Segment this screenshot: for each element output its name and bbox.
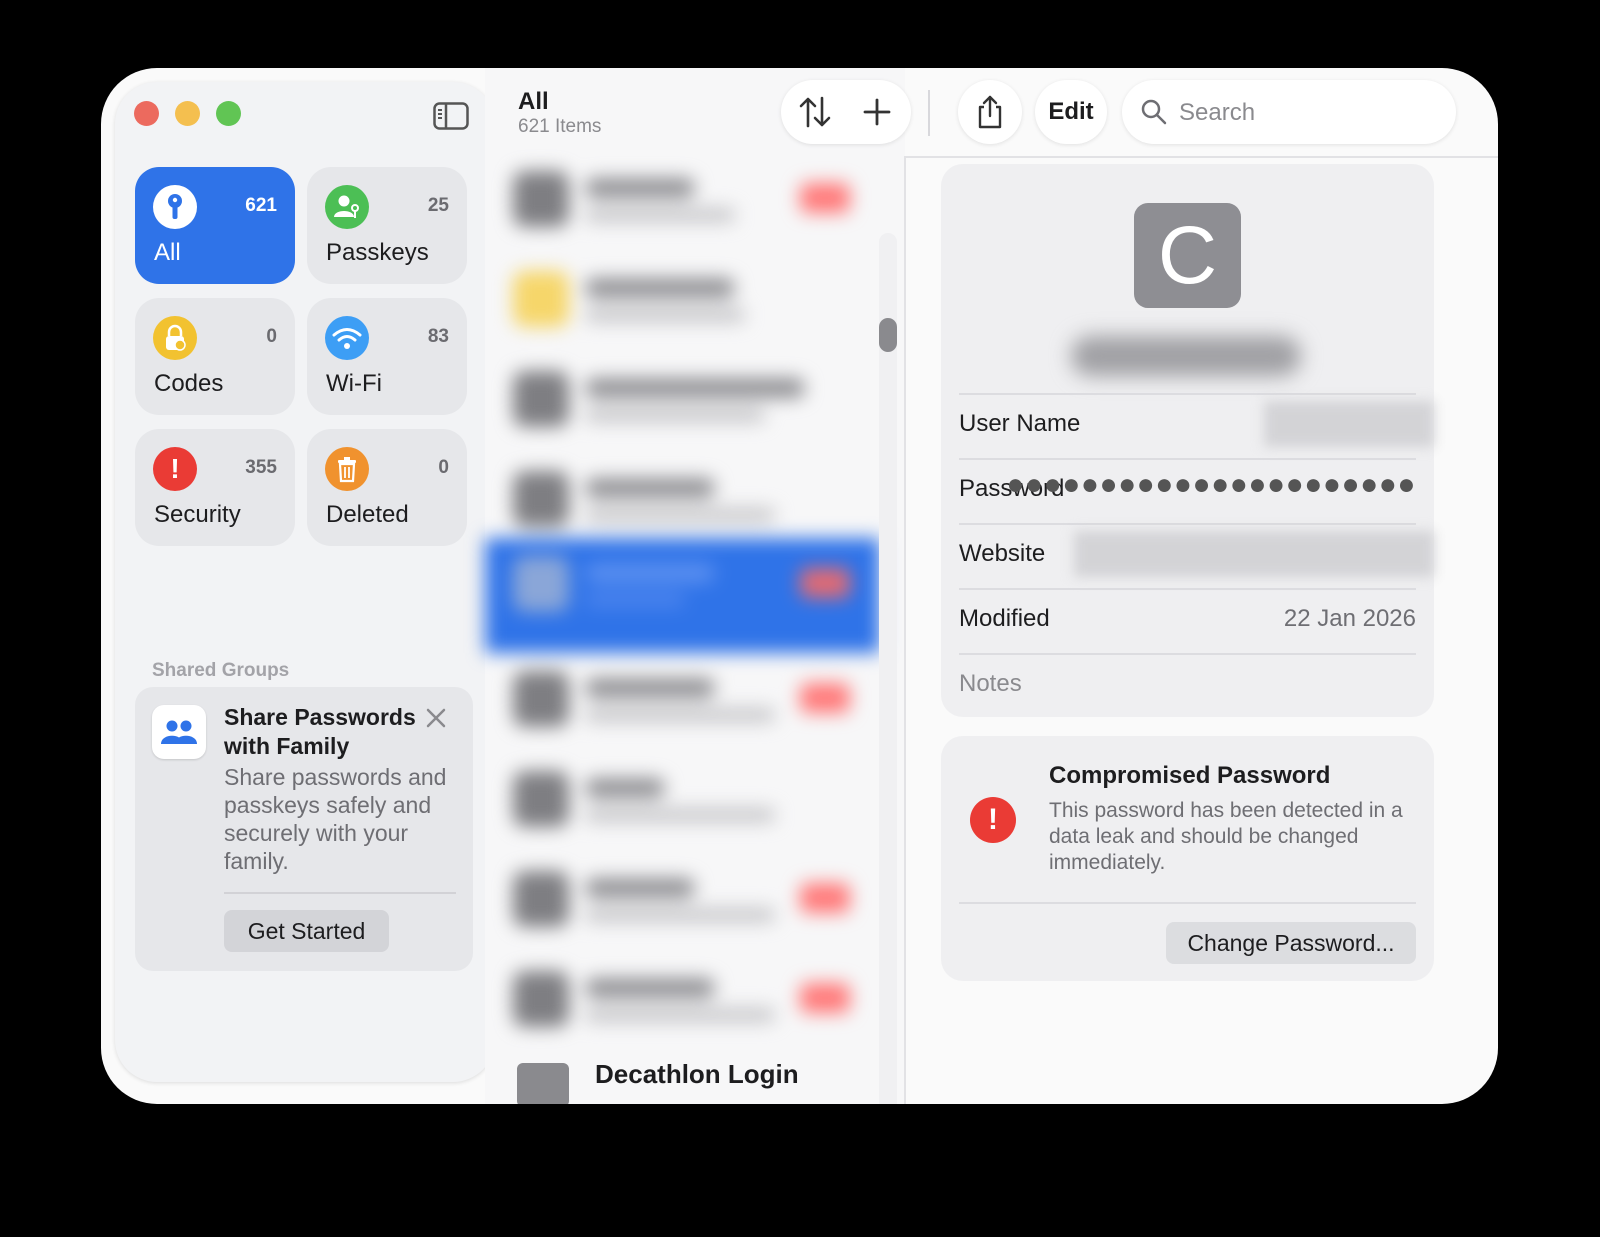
- edit-button[interactable]: Edit: [1035, 80, 1107, 144]
- search-placeholder: Search: [1179, 99, 1256, 126]
- close-icon[interactable]: [425, 707, 447, 729]
- share-card-description: Share passwords and passkeys safely and …: [224, 764, 447, 874]
- category-count: 621: [245, 195, 277, 216]
- modified-date: 22 Jan 2026: [1283, 605, 1416, 632]
- username-value-redacted: [1264, 401, 1434, 447]
- share-button[interactable]: [958, 80, 1022, 144]
- toolbar-divider: [928, 90, 930, 136]
- change-password-button[interactable]: Change Password...: [1166, 922, 1416, 964]
- category-label: Deleted: [326, 501, 409, 528]
- search-icon: [1141, 99, 1167, 125]
- scrollbar-thumb[interactable]: [879, 318, 897, 352]
- items-list-pane: All 621 Items Decathlon Login: [485, 68, 905, 1104]
- shared-groups-heading: Shared Groups: [152, 660, 290, 681]
- warning-description: This password has been detected in a dat…: [1049, 799, 1403, 874]
- modified-row: Modified 22 Jan 2026: [959, 588, 1416, 652]
- notes-row[interactable]: Notes: [959, 653, 1416, 717]
- add-icon[interactable]: [859, 94, 895, 130]
- divider: [224, 892, 456, 894]
- category-codes[interactable]: 0 Codes: [135, 298, 295, 415]
- website-row[interactable]: Website: [959, 523, 1434, 587]
- passwords-window: 621 All 25 Passkeys 0 Codes 83 Wi-Fi ! 3…: [101, 68, 1498, 1104]
- sort-arrows-icon[interactable]: [797, 94, 833, 130]
- field-label: Modified: [959, 605, 1050, 632]
- category-count: 83: [427, 326, 449, 347]
- category-wifi[interactable]: 83 Wi-Fi: [307, 298, 467, 415]
- search-field[interactable]: Search: [1122, 80, 1456, 144]
- field-label: Website: [959, 540, 1046, 567]
- notes-label: Notes: [959, 670, 1022, 697]
- passkey-person-icon: [325, 185, 369, 229]
- get-started-button[interactable]: Get Started: [224, 910, 389, 952]
- category-label: Wi-Fi: [326, 370, 382, 397]
- category-count: 355: [245, 457, 277, 478]
- wifi-icon: [325, 316, 369, 360]
- scrollbar-track[interactable]: [879, 233, 897, 1104]
- account-avatar: C: [1134, 203, 1241, 308]
- item-avatar: [517, 1063, 569, 1104]
- password-row[interactable]: Password ●●●●●●●●●●●●●●●●●●●●●●: [959, 458, 1416, 522]
- sidebar-toggle-icon[interactable]: [433, 102, 469, 130]
- list-item[interactable]: [485, 753, 880, 853]
- username-row[interactable]: User Name: [959, 393, 1434, 457]
- category-label: All: [154, 239, 181, 266]
- list-title: All: [518, 88, 549, 115]
- key-icon: [153, 185, 197, 229]
- list-item[interactable]: [485, 653, 880, 753]
- toolbar-bottom-border: [905, 156, 1498, 158]
- close-window-button[interactable]: [134, 101, 159, 126]
- exclamation-icon: !: [153, 447, 197, 491]
- category-count: 0: [438, 457, 449, 478]
- zoom-window-button[interactable]: [216, 101, 241, 126]
- list-item-count: 621 Items: [518, 116, 602, 137]
- warning-title: Compromised Password: [1049, 762, 1331, 789]
- category-label: Codes: [154, 370, 224, 397]
- item-title: Decathlon Login: [595, 1059, 799, 1089]
- category-passkeys[interactable]: 25 Passkeys: [307, 167, 467, 284]
- category-all[interactable]: 621 All: [135, 167, 295, 284]
- pane-divider: [904, 156, 906, 1104]
- list-actions-group: [781, 80, 911, 144]
- lock-clock-icon: [153, 316, 197, 360]
- list-item[interactable]: [485, 853, 880, 953]
- minimize-window-button[interactable]: [175, 101, 200, 126]
- account-title-redacted: [1071, 336, 1301, 376]
- share-card-title: Share Passwords with Family: [224, 704, 416, 759]
- list-item[interactable]: Decathlon Login: [485, 1053, 880, 1104]
- credential-details-card: C User Name Password ●●●●●●●●●●●●●●●●●●●…: [941, 164, 1434, 717]
- share-icon: [978, 95, 1002, 129]
- category-count: 0: [266, 326, 277, 347]
- list-item[interactable]: [485, 353, 880, 453]
- compromised-password-card: ! Compromised Password This password has…: [941, 736, 1434, 981]
- exclamation-icon: !: [970, 797, 1016, 843]
- list-item[interactable]: [485, 253, 880, 353]
- family-people-icon: [152, 705, 206, 759]
- trash-icon: [325, 447, 369, 491]
- list-item[interactable]: [485, 953, 880, 1053]
- website-value-redacted: [1074, 531, 1434, 577]
- share-family-card: Share Passwords with Family Share passwo…: [135, 687, 473, 971]
- category-label: Passkeys: [326, 239, 429, 266]
- field-label: User Name: [959, 410, 1081, 437]
- category-label: Security: [154, 501, 241, 528]
- list-item-selected[interactable]: [485, 538, 880, 653]
- password-value: ●●●●●●●●●●●●●●●●●●●●●●: [1006, 468, 1416, 501]
- divider: [959, 902, 1416, 904]
- list-item[interactable]: [485, 153, 880, 253]
- items-list: [485, 153, 880, 1104]
- sidebar: 621 All 25 Passkeys 0 Codes 83 Wi-Fi ! 3…: [115, 82, 495, 1082]
- category-security[interactable]: ! 355 Security: [135, 429, 295, 546]
- category-count: 25: [427, 195, 449, 216]
- category-deleted[interactable]: 0 Deleted: [307, 429, 467, 546]
